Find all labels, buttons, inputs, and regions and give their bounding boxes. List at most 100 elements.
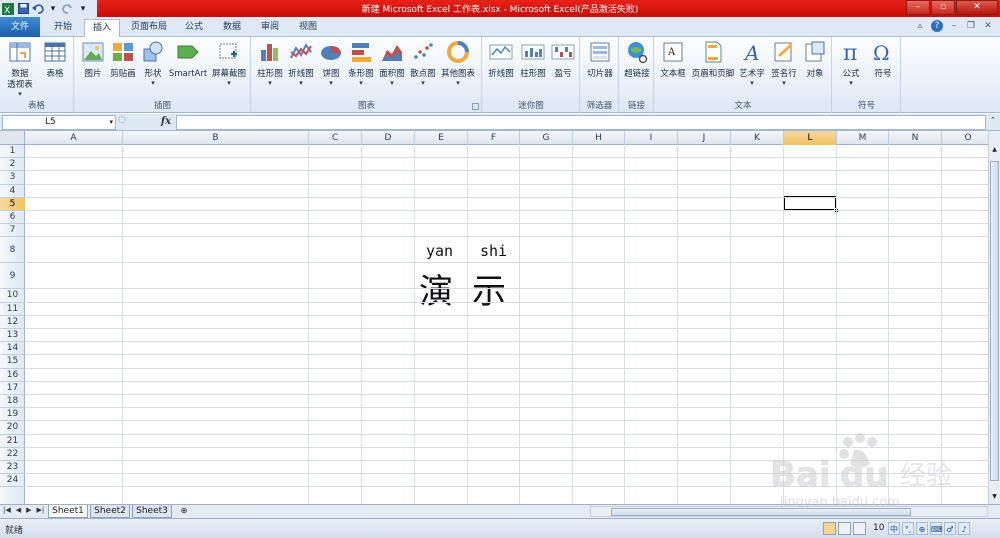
sheet-tab-2[interactable]: Sheet2 <box>90 505 130 518</box>
screenshot-button[interactable]: 屏幕截图 ▾ <box>210 40 248 87</box>
table-button[interactable]: 表格 <box>39 40 71 80</box>
column-header-c[interactable]: C <box>309 131 362 145</box>
maximize-button[interactable]: ▫ <box>931 0 955 15</box>
workbook-minimize-icon[interactable]: – <box>948 20 960 32</box>
column-header-o[interactable]: O <box>942 131 988 145</box>
tab-view[interactable]: 视图 <box>291 19 325 37</box>
row-header-6[interactable]: 6 <box>0 211 25 225</box>
column-header-i[interactable]: I <box>625 131 678 145</box>
column-header-b[interactable]: B <box>123 131 309 145</box>
line-chart-button[interactable]: 折线图 ▾ <box>286 40 316 87</box>
column-header-n[interactable]: N <box>889 131 942 145</box>
column-chart-button[interactable]: 柱形图 ▾ <box>255 40 285 87</box>
ime-button-0[interactable]: 中 <box>888 522 900 535</box>
first-sheet-icon[interactable]: |◀ <box>3 506 11 514</box>
shapes-button[interactable]: 形状 ▾ <box>139 40 167 87</box>
signature-line-button[interactable]: 签名行 ▾ <box>768 40 800 87</box>
row-header-22[interactable]: 22 <box>0 448 25 461</box>
tab-file[interactable]: 文件 <box>0 17 40 37</box>
column-header-a[interactable]: A <box>25 131 123 145</box>
workbook-close-icon[interactable]: ✕ <box>982 20 994 32</box>
other-charts-button[interactable]: 其他图表 ▾ <box>439 40 477 87</box>
row-header-12[interactable]: 12 <box>0 316 25 329</box>
ime-button-4[interactable]: ♂ <box>944 522 956 535</box>
row-header-18[interactable]: 18 <box>0 395 25 409</box>
last-sheet-icon[interactable]: ▶| <box>37 506 45 514</box>
close-button[interactable]: ✕ <box>956 0 998 15</box>
row-header-20[interactable]: 20 <box>0 421 25 435</box>
equation-button[interactable]: π 公式 ▾ <box>836 40 866 87</box>
row-header-10[interactable]: 10 <box>0 289 25 303</box>
pie-chart-button[interactable]: 饼图 ▾ <box>317 40 345 87</box>
normal-view-button[interactable] <box>823 522 836 535</box>
row-header-24[interactable]: 24 <box>0 474 25 488</box>
insert-function-button[interactable]: fx <box>158 115 174 130</box>
clipart-button[interactable]: 剪贴画 <box>108 40 138 80</box>
row-header-14[interactable]: 14 <box>0 342 25 356</box>
picture-button[interactable]: 图片 <box>78 40 108 80</box>
insert-sheet-icon[interactable]: ⊕ <box>176 506 192 517</box>
bar-chart-button[interactable]: 条形图 ▾ <box>346 40 376 87</box>
active-cell-l5[interactable] <box>783 196 839 213</box>
sheet-tab-1[interactable]: Sheet1 <box>48 505 88 518</box>
expand-formula-bar-icon[interactable]: ⌃ <box>988 116 998 128</box>
help-icon[interactable]: ? <box>931 20 943 32</box>
object-button[interactable]: 对象 <box>800 40 830 80</box>
name-box[interactable]: L5 ▾ <box>2 115 116 130</box>
row-header-21[interactable]: 21 <box>0 435 25 448</box>
minimize-button[interactable]: – <box>906 0 930 15</box>
column-header-e[interactable]: E <box>415 131 468 145</box>
tab-insert[interactable]: 插入 <box>84 19 120 38</box>
slicer-button[interactable]: 切片器 <box>583 40 617 80</box>
row-header-23[interactable]: 23 <box>0 461 25 475</box>
ime-button-5[interactable]: ♪ <box>958 522 970 535</box>
cell-f8[interactable]: shi <box>480 242 507 260</box>
tab-home[interactable]: 开始 <box>44 19 82 37</box>
tab-page-layout[interactable]: 页面布局 <box>123 19 175 37</box>
row-header-5[interactable]: 5 <box>0 197 25 211</box>
sparkline-winloss-button[interactable]: 盈亏 <box>549 40 577 80</box>
row-header-9[interactable]: 9 <box>0 263 25 290</box>
tab-formulas[interactable]: 公式 <box>179 19 209 37</box>
row-header-17[interactable]: 17 <box>0 382 25 395</box>
row-header-15[interactable]: 15 <box>0 355 25 369</box>
wordart-button[interactable]: A 艺术字 ▾ <box>737 40 767 87</box>
column-header-d[interactable]: D <box>362 131 415 145</box>
row-header-4[interactable]: 4 <box>0 185 25 198</box>
header-footer-button[interactable]: 页眉和页脚 <box>689 40 737 80</box>
sparkline-column-button[interactable]: 柱形图 <box>517 40 549 80</box>
select-all-button[interactable] <box>0 131 25 145</box>
tab-review[interactable]: 审阅 <box>253 19 287 37</box>
symbol-button[interactable]: Ω 符号 <box>868 40 898 80</box>
column-header-k[interactable]: K <box>731 131 784 145</box>
row-header-7[interactable]: 7 <box>0 224 25 238</box>
zoom-level[interactable]: 10 <box>873 523 884 533</box>
scatter-chart-button[interactable]: 散点图 ▾ <box>408 40 438 87</box>
name-box-dropdown-icon[interactable]: ▾ <box>109 116 113 129</box>
page-layout-view-button[interactable] <box>838 522 851 535</box>
row-header-8[interactable]: 8 <box>0 237 25 264</box>
minimize-ribbon-icon[interactable]: ▵ <box>914 20 926 32</box>
formula-input[interactable] <box>176 115 986 130</box>
hyperlink-button[interactable]: 超链接 <box>621 40 653 80</box>
tab-data[interactable]: 数据 <box>215 19 249 37</box>
area-chart-button[interactable]: 面积图 ▾ <box>377 40 407 87</box>
sheet-tab-3[interactable]: Sheet3 <box>132 505 172 518</box>
column-header-g[interactable]: G <box>520 131 573 145</box>
page-break-view-button[interactable] <box>853 522 866 535</box>
vertical-scroll-thumb[interactable] <box>990 161 999 481</box>
prev-sheet-icon[interactable]: ◀ <box>16 506 21 514</box>
cell-e8[interactable]: yan <box>426 242 453 260</box>
column-header-j[interactable]: J <box>678 131 731 145</box>
column-header-l[interactable]: L <box>784 131 837 145</box>
row-header-3[interactable]: 3 <box>0 171 25 185</box>
scroll-down-icon[interactable]: ▼ <box>990 492 999 502</box>
textbox-button[interactable]: A 文本框 <box>657 40 689 80</box>
row-header-19[interactable]: 19 <box>0 408 25 422</box>
row-header-2[interactable]: 2 <box>0 158 25 172</box>
column-header-m[interactable]: M <box>837 131 889 145</box>
formula-bar-splitter[interactable]: ◌ <box>118 115 128 130</box>
column-header-f[interactable]: F <box>468 131 520 145</box>
row-header-13[interactable]: 13 <box>0 329 25 343</box>
ime-button-2[interactable]: ⊕ <box>916 522 928 535</box>
